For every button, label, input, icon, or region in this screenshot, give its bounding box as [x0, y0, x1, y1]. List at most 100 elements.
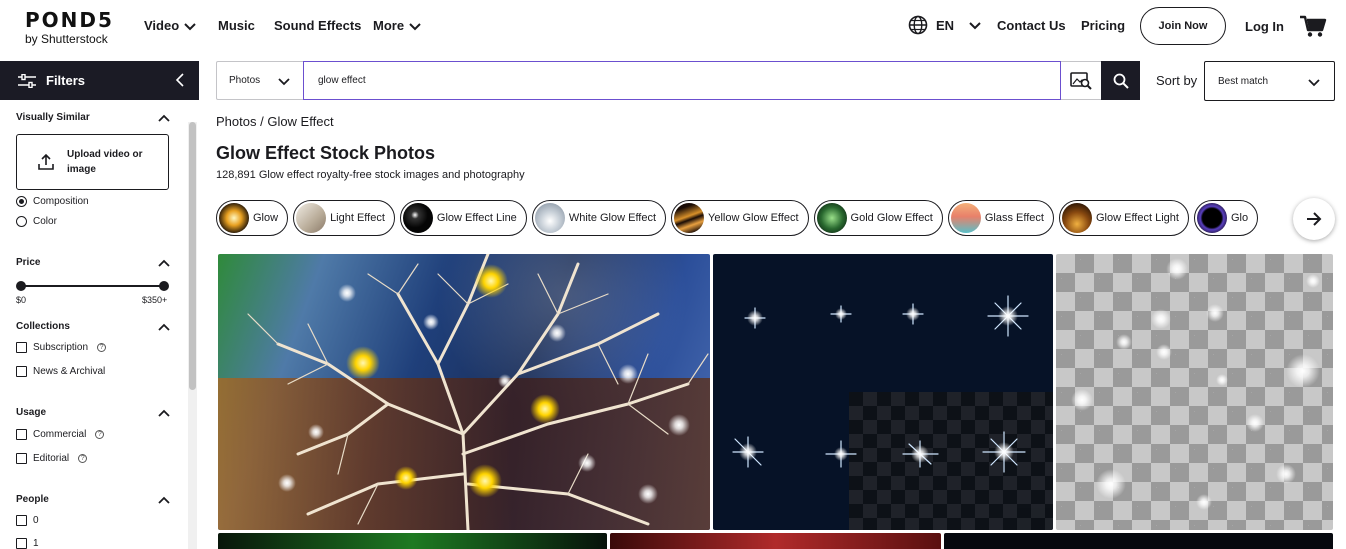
- arrow-right-icon: [1307, 212, 1322, 226]
- filters-header[interactable]: Filters: [0, 61, 199, 100]
- subscription-option[interactable]: Subscription ?: [16, 342, 107, 353]
- help-icon[interactable]: ?: [97, 343, 107, 352]
- sidebar-scrollbar[interactable]: [188, 122, 197, 549]
- price-slider-track[interactable]: [20, 285, 164, 287]
- color-radio[interactable]: [16, 216, 27, 227]
- logo-wordmark: POND5: [25, 8, 114, 32]
- chip-thumbnail: [534, 203, 565, 233]
- visually-similar-title: Visually Similar: [16, 112, 90, 123]
- chip-glow-effect-line[interactable]: Glow Effect Line: [399, 200, 527, 236]
- sort-value: Best match: [1218, 75, 1269, 87]
- star-light: [394, 466, 418, 490]
- news-archival-option[interactable]: News & Archival: [16, 366, 105, 377]
- bokeh-light: [308, 424, 324, 440]
- result-image-red[interactable]: [610, 533, 941, 549]
- logo-tagline: by Shutterstock: [25, 32, 108, 46]
- sparkle-core: [998, 306, 1018, 326]
- price-min-handle[interactable]: [16, 281, 26, 291]
- color-option[interactable]: Color: [16, 216, 57, 227]
- filter-sliders-icon: [18, 73, 36, 88]
- breadcrumb-root[interactable]: Photos: [216, 114, 256, 129]
- sparkles-graphic: [732, 295, 1029, 473]
- search-type-select[interactable]: Photos: [216, 61, 303, 100]
- language-selector[interactable]: EN: [908, 15, 982, 35]
- chip-light-effect[interactable]: Light Effect: [293, 200, 395, 236]
- commercial-checkbox[interactable]: [16, 429, 27, 440]
- bokeh-light: [1071, 389, 1093, 411]
- sort-select[interactable]: Best match: [1204, 61, 1335, 101]
- related-searches: Glow Light Effect Glow Effect Line White…: [216, 200, 1306, 236]
- result-image-bokeh-transparent[interactable]: [1056, 254, 1333, 530]
- color-label: Color: [33, 216, 57, 227]
- search-input[interactable]: [303, 61, 1061, 100]
- chip-label: Glow Effect Light: [1095, 212, 1179, 224]
- pond5-logo[interactable]: POND5 by Shutterstock: [25, 9, 114, 46]
- contact-us-label: Contact Us: [997, 18, 1066, 33]
- chevron-up-icon[interactable]: [158, 321, 170, 333]
- chevron-up-icon[interactable]: [158, 494, 170, 506]
- chip-thumbnail: [402, 203, 433, 233]
- cart-icon[interactable]: [1299, 14, 1327, 38]
- chevron-up-icon[interactable]: [158, 257, 170, 269]
- sparkle-core: [835, 308, 847, 320]
- chip-white-glow-effect[interactable]: White Glow Effect: [531, 200, 667, 236]
- chip-glow-more[interactable]: Glo: [1193, 200, 1259, 236]
- price-max-handle[interactable]: [159, 281, 169, 291]
- editorial-checkbox[interactable]: [16, 453, 27, 464]
- contact-us-link[interactable]: Contact Us: [997, 18, 1066, 33]
- upload-video-or-image-button[interactable]: Upload video or image: [16, 134, 169, 190]
- bokeh-light: [1166, 258, 1188, 280]
- subscription-label: Subscription: [33, 342, 89, 353]
- chip-yellow-glow-effect[interactable]: Yellow Glow Effect: [671, 200, 809, 236]
- nav-more[interactable]: More: [373, 18, 422, 33]
- people-title: People: [16, 494, 49, 505]
- join-now-button[interactable]: Join Now: [1140, 7, 1226, 45]
- bokeh-light: [1196, 494, 1212, 510]
- chip-gold-glow-effect[interactable]: Gold Glow Effect: [813, 200, 943, 236]
- sparkle-core: [834, 447, 848, 461]
- chevron-up-icon[interactable]: [158, 112, 170, 124]
- composition-radio[interactable]: [16, 196, 27, 207]
- nav-music[interactable]: Music: [218, 18, 255, 33]
- help-icon[interactable]: ?: [78, 454, 88, 463]
- sparkle-core: [747, 310, 763, 326]
- result-image-tree-lights[interactable]: [218, 254, 710, 530]
- editorial-option[interactable]: Editorial ?: [16, 453, 88, 464]
- image-search-icon: [1070, 71, 1092, 90]
- nav-sound-effects[interactable]: Sound Effects: [274, 18, 361, 33]
- chips-next-button[interactable]: [1293, 198, 1335, 240]
- chip-label: Light Effect: [330, 212, 385, 224]
- visual-search-button[interactable]: [1061, 61, 1101, 100]
- scrollbar-thumb[interactable]: [189, 122, 196, 390]
- pricing-link[interactable]: Pricing: [1081, 18, 1125, 33]
- commercial-option[interactable]: Commercial ?: [16, 429, 105, 440]
- people-1-option[interactable]: 1: [16, 538, 39, 549]
- bokeh-light: [668, 414, 690, 436]
- chevron-up-icon[interactable]: [158, 407, 170, 419]
- chip-glow[interactable]: Glow: [216, 200, 289, 236]
- search-button[interactable]: [1101, 61, 1140, 100]
- log-in-link[interactable]: Log In: [1245, 19, 1284, 34]
- result-image-dark[interactable]: [944, 533, 1333, 549]
- chevron-down-icon: [969, 22, 981, 30]
- subscription-checkbox[interactable]: [16, 342, 27, 353]
- upload-label: Upload video or image: [67, 149, 143, 175]
- composition-option[interactable]: Composition: [16, 196, 89, 207]
- chip-glass-effect[interactable]: Glass Effect: [947, 200, 1054, 236]
- result-image-green[interactable]: [218, 533, 607, 549]
- result-image-star-sparkles[interactable]: [713, 254, 1053, 530]
- sparkle-core: [911, 445, 929, 463]
- people-1-checkbox[interactable]: [16, 538, 27, 549]
- bokeh-light: [578, 454, 596, 472]
- chevron-left-icon[interactable]: [175, 73, 185, 87]
- chevron-down-icon: [278, 77, 290, 85]
- bokeh-light: [1116, 334, 1132, 350]
- people-0-option[interactable]: 0: [16, 515, 39, 526]
- log-in-label: Log In: [1245, 19, 1284, 34]
- news-archival-checkbox[interactable]: [16, 366, 27, 377]
- help-icon[interactable]: ?: [95, 430, 105, 439]
- nav-video[interactable]: Video: [144, 18, 197, 33]
- top-header: POND5 by Shutterstock Video Music Sound …: [0, 0, 1346, 54]
- people-0-checkbox[interactable]: [16, 515, 27, 526]
- chip-glow-effect-light[interactable]: Glow Effect Light: [1058, 200, 1189, 236]
